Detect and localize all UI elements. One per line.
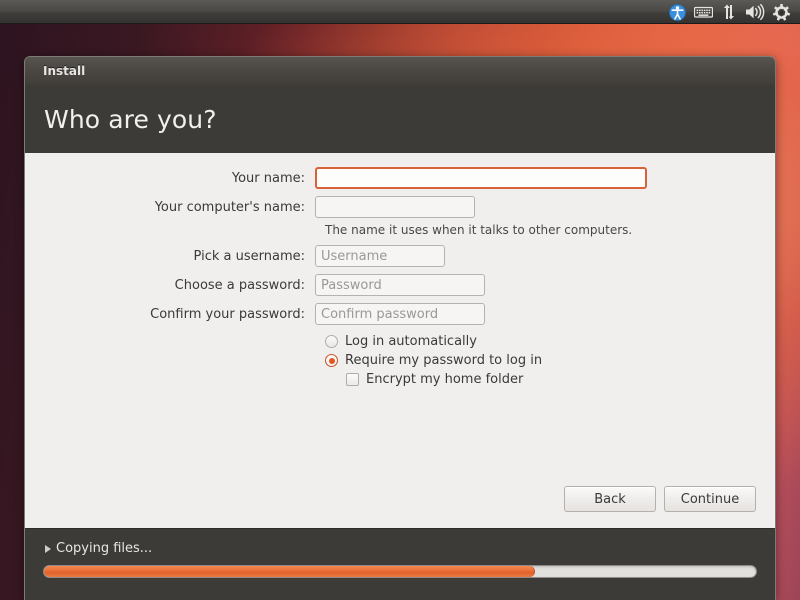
- checkbox-label-encrypt-home-folder: Encrypt my home folder: [366, 372, 524, 387]
- password-input[interactable]: [315, 274, 485, 296]
- radio-label-log-in-automatically: Log in automatically: [345, 334, 477, 349]
- checkbox-row-encrypt-home[interactable]: Encrypt my home folder: [25, 372, 775, 387]
- back-button[interactable]: Back: [564, 486, 656, 512]
- progress-bar-fill: [44, 566, 536, 577]
- helper-spacer: [25, 223, 315, 237]
- user-form: Your name: Your computer's name: The nam…: [25, 167, 775, 391]
- window-title: Install: [43, 64, 86, 78]
- progress-footer: Copying files...: [25, 528, 775, 600]
- radio-log-in-automatically[interactable]: [325, 335, 338, 348]
- form-row-confirm-password: Confirm your password:: [25, 303, 775, 325]
- window-titlebar: Install: [25, 57, 775, 85]
- form-row-computer-name: Your computer's name:: [25, 196, 775, 218]
- username-input[interactable]: [315, 245, 445, 267]
- computer-name-label: Your computer's name:: [154, 199, 305, 215]
- desktop-background: Install Who are you? Your name: Your com…: [0, 0, 800, 600]
- radio-row-require-password[interactable]: Require my password to log in: [25, 353, 775, 368]
- computer-name-helper-text: The name it uses when it talks to other …: [325, 223, 633, 237]
- install-window: Install Who are you? Your name: Your com…: [24, 56, 776, 600]
- navigation-buttons: Back Continue: [564, 486, 756, 512]
- form-row-password: Choose a password:: [25, 274, 775, 296]
- your-name-label: Your name:: [231, 170, 305, 186]
- page-header: Who are you?: [25, 85, 775, 153]
- progress-label: Copying files...: [56, 541, 153, 556]
- radio-require-password[interactable]: [325, 354, 338, 367]
- volume-icon[interactable]: [742, 0, 768, 24]
- checkbox-encrypt-home-folder[interactable]: [346, 373, 359, 386]
- progress-label-row[interactable]: Copying files...: [43, 541, 757, 556]
- confirm-password-label: Confirm your password:: [150, 306, 305, 322]
- progress-bar-track: [43, 565, 757, 578]
- page-title: Who are you?: [44, 104, 217, 134]
- confirm-password-input[interactable]: [315, 303, 485, 325]
- login-options: Log in automatically Require my password…: [25, 334, 775, 387]
- network-icon[interactable]: [716, 0, 742, 24]
- content-area: Your name: Your computer's name: The nam…: [25, 153, 775, 528]
- top-panel: [0, 0, 800, 24]
- radio-row-log-in-automatically[interactable]: Log in automatically: [25, 334, 775, 349]
- disclosure-triangle-icon[interactable]: [45, 544, 51, 553]
- computer-name-input[interactable]: [315, 196, 475, 218]
- accessibility-icon[interactable]: [664, 0, 690, 24]
- radio-label-require-password: Require my password to log in: [345, 353, 543, 368]
- continue-button[interactable]: Continue: [664, 486, 756, 512]
- password-label: Choose a password:: [174, 277, 305, 293]
- form-row-username: Pick a username:: [25, 245, 775, 267]
- computer-name-helper-row: The name it uses when it talks to other …: [25, 223, 775, 237]
- your-name-input[interactable]: [315, 167, 647, 189]
- form-row-your-name: Your name:: [25, 167, 775, 189]
- keyboard-icon[interactable]: [690, 0, 716, 24]
- settings-gear-icon[interactable]: [768, 0, 794, 24]
- username-label: Pick a username:: [193, 248, 305, 264]
